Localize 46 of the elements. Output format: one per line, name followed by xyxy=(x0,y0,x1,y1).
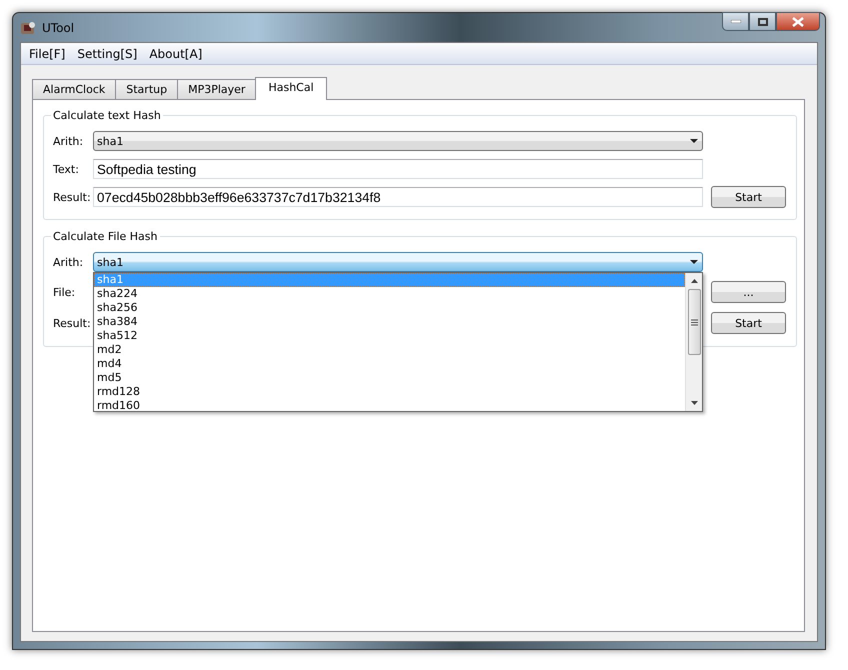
group-title: Calculate text Hash xyxy=(52,109,162,122)
algorithm-dropdown[interactable]: sha1 xyxy=(93,252,703,272)
maximize-icon xyxy=(758,18,768,26)
menu-item[interactable]: About[A] xyxy=(143,46,208,60)
maximize-button[interactable] xyxy=(749,12,776,31)
caret-icon xyxy=(690,260,698,264)
dropdown-option[interactable]: rmd160 xyxy=(94,399,685,413)
menu-item[interactable]: Setting[S] xyxy=(71,46,144,60)
dropdown-option[interactable]: rmd128 xyxy=(94,385,685,399)
text-field[interactable]: Softpedia testing xyxy=(93,159,703,179)
scroll-down-icon xyxy=(690,401,698,405)
dropdown-option[interactable]: sha256 xyxy=(94,301,685,315)
result-field[interactable]: 07ecd45b028bbb3eff96e633737c7d17b32134f8 xyxy=(93,187,703,207)
tab[interactable]: AlarmClock xyxy=(32,79,116,99)
algorithm-dropdown[interactable]: sha1 xyxy=(93,131,703,151)
field-label: File: xyxy=(53,286,76,298)
caret-icon xyxy=(690,139,698,143)
dropdown-option[interactable]: md2 xyxy=(94,343,685,357)
dropdown-option[interactable]: md4 xyxy=(94,357,685,371)
scroll-up-icon xyxy=(690,279,698,283)
group-title: Calculate File Hash xyxy=(52,230,158,243)
field-label: Result: xyxy=(53,190,92,204)
minimize-button[interactable] xyxy=(722,12,749,31)
scroll-thumb[interactable] xyxy=(688,289,700,355)
start-button[interactable]: Start xyxy=(711,312,786,334)
dropdown-option[interactable]: md5 xyxy=(94,371,685,385)
field-label: Result: xyxy=(53,316,92,330)
scrollbar[interactable] xyxy=(685,273,702,411)
tab[interactable]: MP3Player xyxy=(177,79,256,99)
dropdown-option[interactable]: sha224 xyxy=(94,287,685,301)
dropdown-option[interactable]: sha384 xyxy=(94,315,685,329)
field-label: Arith: xyxy=(53,256,84,268)
start-button[interactable]: Start xyxy=(711,186,786,208)
menu-item[interactable]: File[F] xyxy=(23,46,72,60)
dropdown-option[interactable]: sha512 xyxy=(94,329,685,343)
field-label: Text: xyxy=(53,162,80,176)
grip-icon xyxy=(690,318,698,326)
close-button[interactable] xyxy=(776,12,820,31)
window-title: UTool xyxy=(42,20,74,34)
minimize-icon xyxy=(730,20,740,23)
app-icon xyxy=(20,20,36,36)
tab[interactable]: HashCal xyxy=(255,77,327,100)
field-label: Arith: xyxy=(53,134,84,148)
browse-button[interactable]: ... xyxy=(711,281,786,303)
close-icon xyxy=(792,16,804,26)
tab[interactable]: Startup xyxy=(115,79,178,99)
